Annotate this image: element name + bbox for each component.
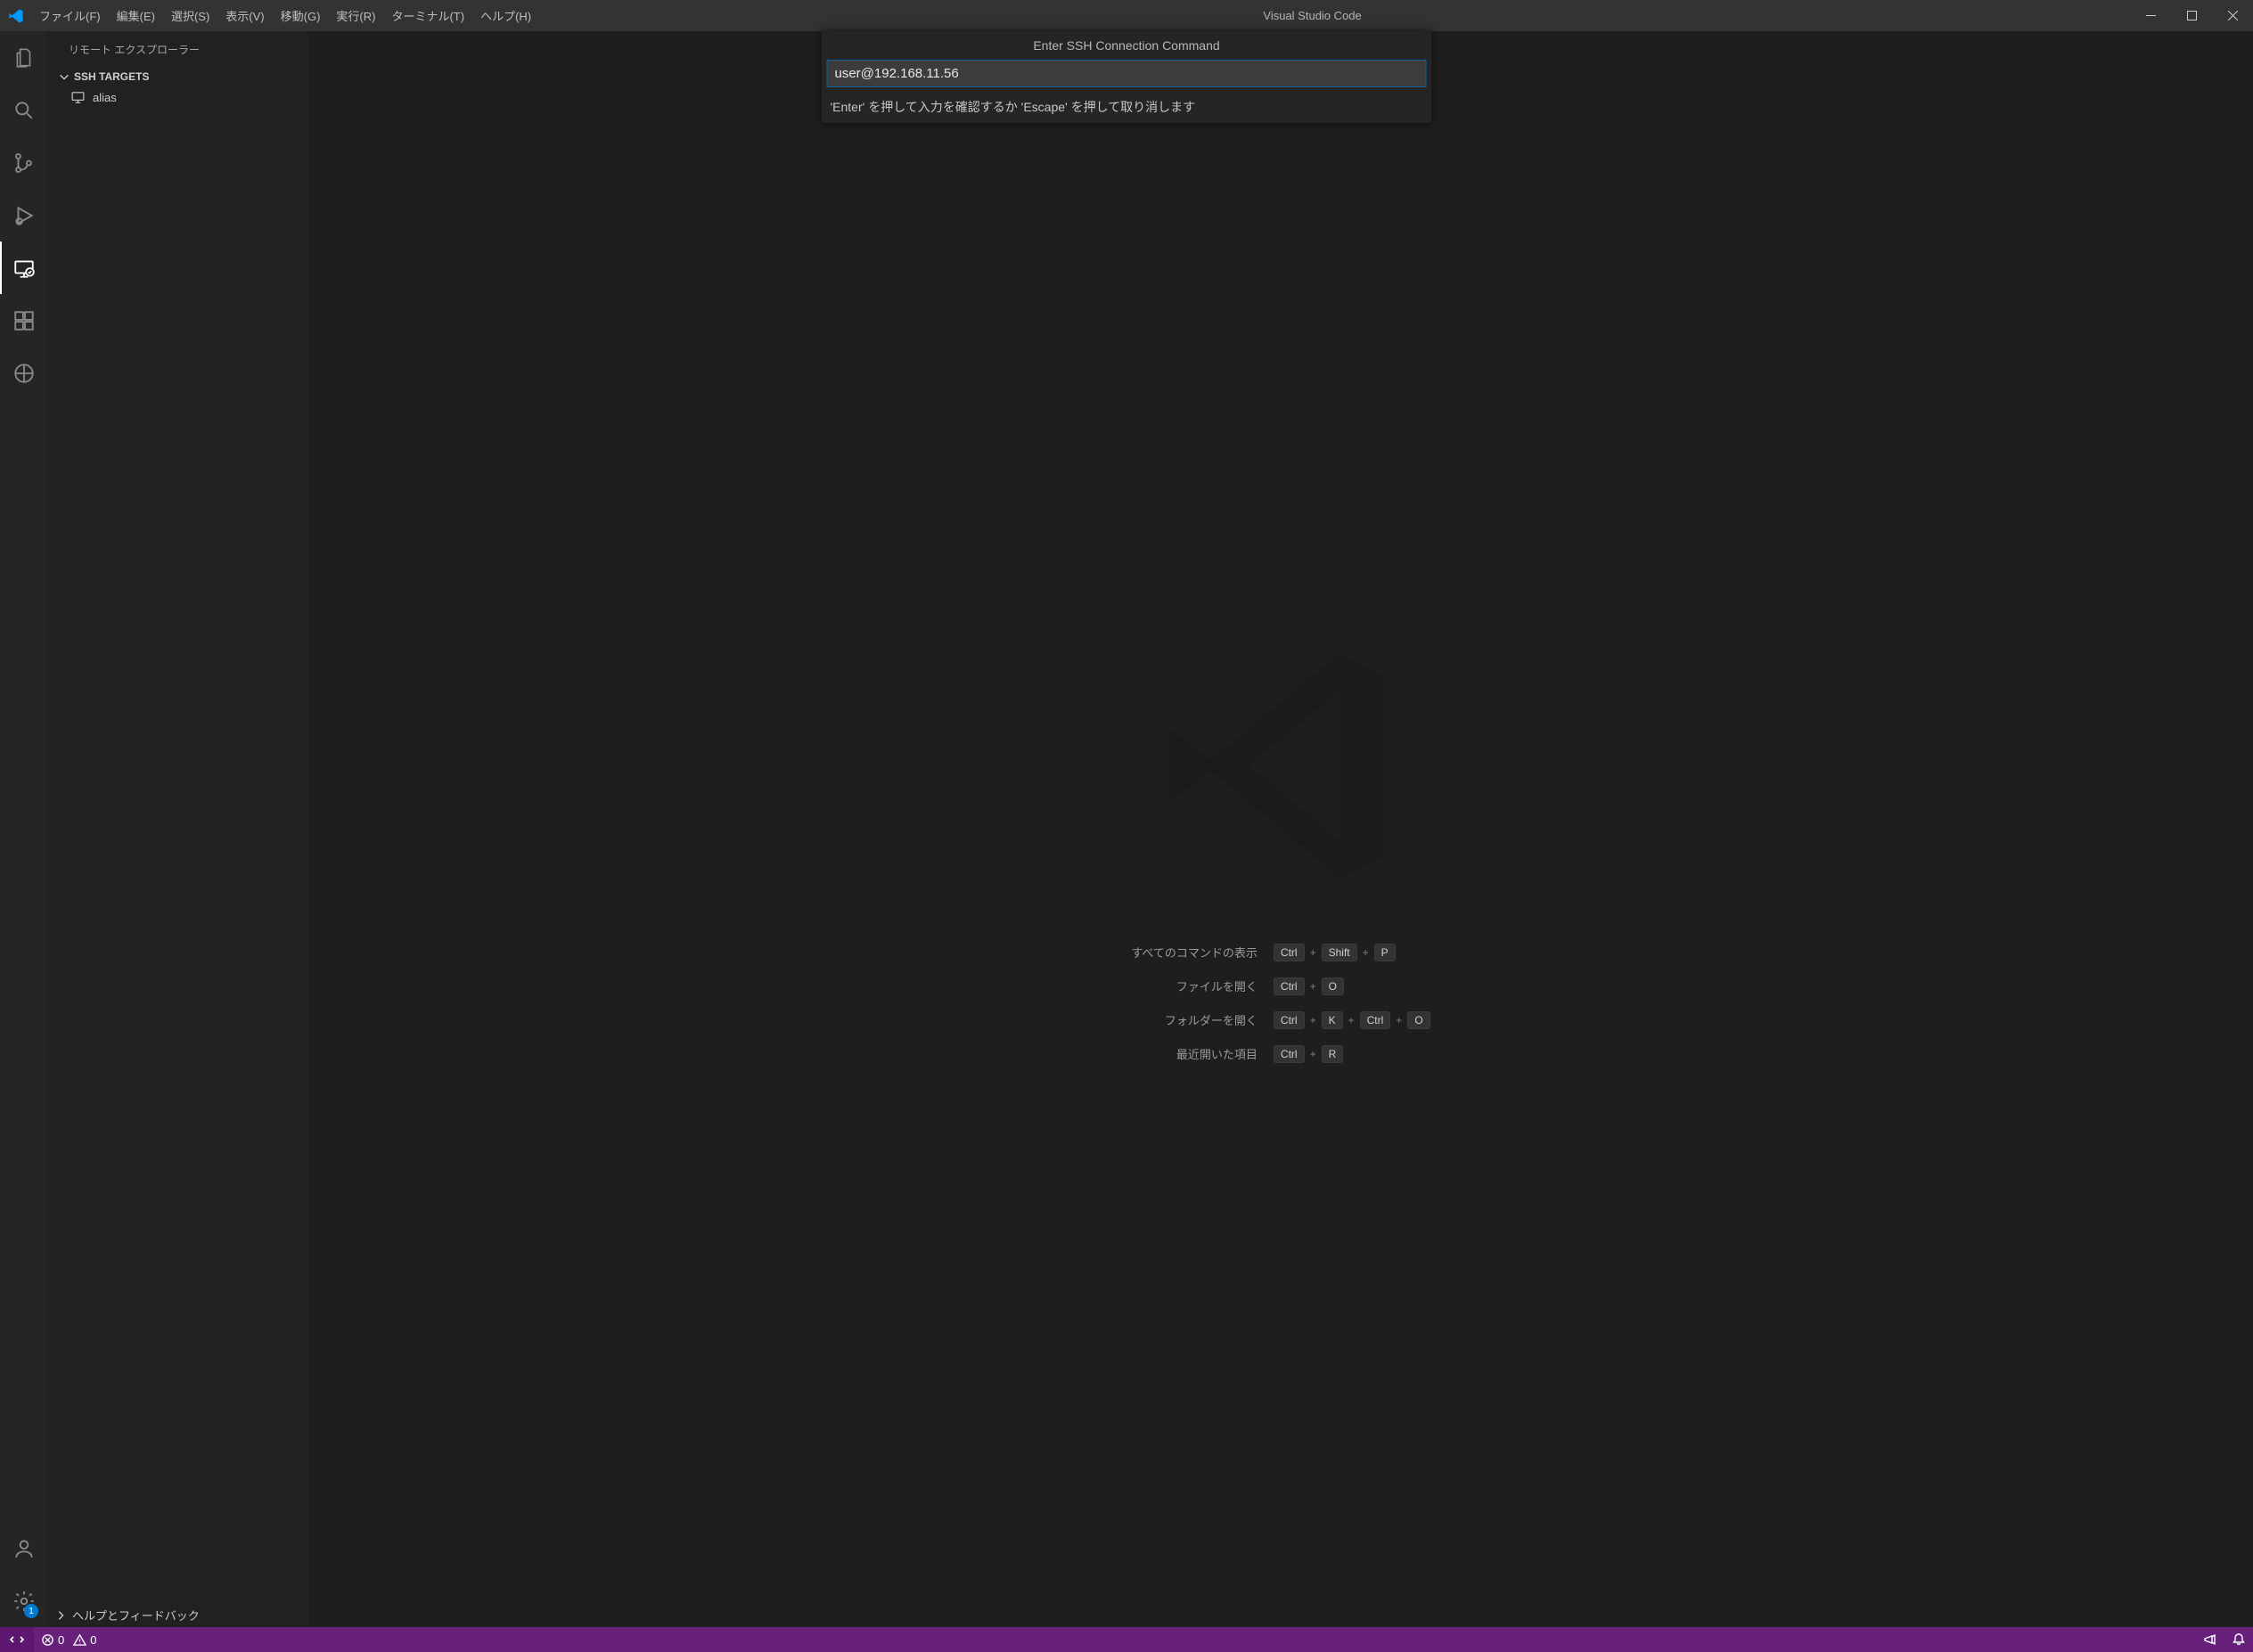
bell-icon [2232, 1632, 2246, 1647]
error-icon [41, 1633, 54, 1647]
activity-settings[interactable]: 1 [0, 1574, 47, 1627]
key: P [1374, 944, 1396, 961]
activity-search[interactable] [0, 84, 47, 136]
menu-terminal[interactable]: ターミナル(T) [383, 0, 472, 31]
quick-input-field[interactable] [827, 60, 1427, 87]
activity-source-control[interactable] [0, 136, 47, 189]
settings-badge: 1 [24, 1604, 38, 1618]
warning-icon [73, 1633, 86, 1647]
main-area: 1 リモート エクスプローラー SSH TARGETS alias ヘルプとフィ… [0, 31, 2253, 1627]
shortcut-label: すべてのコマンドの表示 [1131, 944, 1258, 961]
chevron-right-icon [54, 1609, 67, 1622]
minimize-button[interactable] [2130, 0, 2171, 31]
key: O [1407, 1011, 1430, 1029]
activity-extensions[interactable] [0, 294, 47, 347]
ssh-targets-label: SSH TARGETS [74, 70, 149, 83]
menu-select[interactable]: 選択(S) [163, 0, 217, 31]
remote-indicator[interactable] [0, 1627, 34, 1652]
key: K [1322, 1011, 1343, 1029]
chevron-down-icon [58, 70, 70, 83]
key: Ctrl [1360, 1011, 1391, 1029]
window-title: Visual Studio Code [539, 9, 2130, 22]
problems-status[interactable]: 0 0 [34, 1627, 103, 1652]
vscode-icon [0, 8, 31, 24]
key: Ctrl [1274, 1011, 1305, 1029]
shortcut-keys: Ctrl+K+Ctrl+O [1274, 1011, 1430, 1029]
shortcut-table: すべてのコマンドの表示 Ctrl+Shift+P ファイルを開く Ctrl+O フォルダ… [1131, 944, 1430, 1063]
feedback-button[interactable] [2196, 1627, 2224, 1652]
window-controls [2130, 0, 2253, 31]
key: R [1322, 1045, 1344, 1063]
menu-help[interactable]: ヘルプ(H) [472, 0, 539, 31]
quick-input-widget: Enter SSH Connection Command 'Enter' を押し… [822, 31, 1432, 123]
close-button[interactable] [2212, 0, 2253, 31]
ssh-target-item[interactable]: alias [58, 86, 298, 109]
menu-file[interactable]: ファイル(F) [31, 0, 109, 31]
maximize-button[interactable] [2171, 0, 2212, 31]
menu-go[interactable]: 移動(G) [273, 0, 329, 31]
shortcut-keys: Ctrl+Shift+P [1274, 944, 1430, 961]
vscode-watermark-icon [1147, 632, 1414, 899]
quick-input-hint: 'Enter' を押して入力を確認するか 'Escape' を押して取り消します [822, 91, 1432, 123]
key: Shift [1322, 944, 1357, 961]
titlebar: ファイル(F) 編集(E) 選択(S) 表示(V) 移動(G) 実行(R) ター… [0, 0, 2253, 31]
warnings-count: 0 [90, 1633, 96, 1647]
shortcut-label: ファイルを開く [1131, 977, 1258, 994]
shortcut-label: 最近開いた項目 [1131, 1045, 1258, 1062]
errors-count: 0 [58, 1633, 64, 1647]
activity-remote-explorer[interactable] [0, 241, 47, 294]
welcome-watermark: すべてのコマンドの表示 Ctrl+Shift+P ファイルを開く Ctrl+O フォルダ… [1131, 632, 1430, 1063]
monitor-icon [70, 90, 86, 105]
remote-icon [10, 1632, 24, 1647]
menu-edit[interactable]: 編集(E) [109, 0, 163, 31]
shortcut-keys: Ctrl+R [1274, 1045, 1430, 1063]
shortcut-keys: Ctrl+O [1274, 977, 1430, 995]
key: Ctrl [1274, 977, 1305, 995]
megaphone-icon [2203, 1632, 2217, 1647]
key: O [1322, 977, 1344, 995]
help-feedback-label: ヘルプとフィードバック [72, 1607, 200, 1623]
help-feedback-section[interactable]: ヘルプとフィードバック [47, 1603, 308, 1627]
ssh-target-label: alias [93, 91, 117, 104]
activity-live-share[interactable] [0, 347, 47, 399]
activity-bar: 1 [0, 31, 47, 1627]
activity-accounts[interactable] [0, 1522, 47, 1574]
shortcut-label: フォルダーを開く [1131, 1011, 1258, 1028]
menu-bar: ファイル(F) 編集(E) 選択(S) 表示(V) 移動(G) 実行(R) ター… [31, 0, 539, 31]
ssh-targets-section[interactable]: SSH TARGETS [58, 67, 298, 86]
key: Ctrl [1274, 1045, 1305, 1063]
key: Ctrl [1274, 944, 1305, 961]
activity-explorer[interactable] [0, 31, 47, 84]
notifications-button[interactable] [2224, 1627, 2253, 1652]
side-panel-header: リモート エクスプローラー [47, 31, 308, 67]
side-panel: リモート エクスプローラー SSH TARGETS alias ヘルプとフィード… [47, 31, 308, 1627]
quick-input-title: Enter SSH Connection Command [822, 31, 1432, 60]
menu-view[interactable]: 表示(V) [217, 0, 272, 31]
editor-area: すべてのコマンドの表示 Ctrl+Shift+P ファイルを開く Ctrl+O フォルダ… [308, 31, 2253, 1627]
menu-run[interactable]: 実行(R) [328, 0, 383, 31]
activity-run-debug[interactable] [0, 189, 47, 241]
status-bar: 0 0 [0, 1627, 2253, 1652]
